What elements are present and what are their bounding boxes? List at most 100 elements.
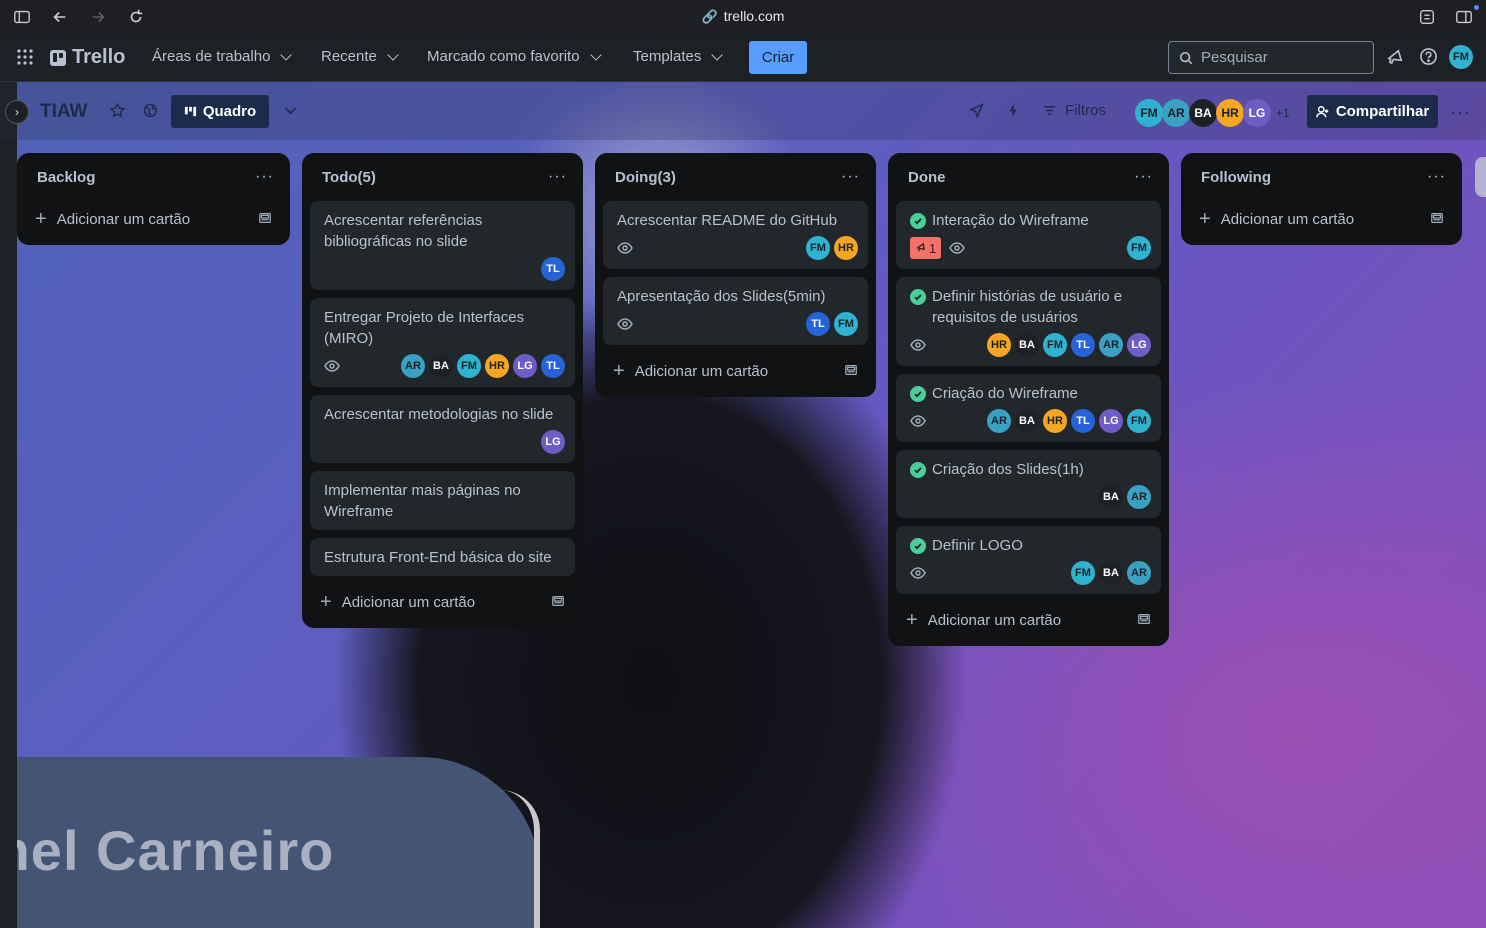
check-circle-icon[interactable] (910, 386, 926, 402)
nav-templates[interactable]: Templates (633, 48, 724, 65)
member-avatar[interactable]: AR (1099, 333, 1123, 357)
list-menu-dots-icon[interactable]: ··· (1427, 168, 1446, 186)
board-menu-dots-icon[interactable]: ··· (1450, 102, 1471, 123)
card-template-icon[interactable] (258, 211, 274, 227)
card[interactable]: Entregar Projeto de Interfaces (MIRO) AR B… (310, 298, 575, 387)
member-avatar[interactable]: HR (485, 354, 509, 378)
card-template-icon[interactable] (844, 363, 860, 379)
add-card-button[interactable]: + Adicionar um cartão (603, 353, 868, 389)
list-title[interactable]: Todo(5) (322, 169, 376, 186)
list-header[interactable]: Following ··· (1189, 153, 1454, 201)
extra-members-count[interactable]: +1 (1276, 106, 1290, 120)
check-circle-icon[interactable] (910, 213, 926, 229)
megaphone-icon[interactable] (1386, 47, 1406, 67)
card[interactable]: Definir LOGO FM BA AR (896, 526, 1161, 594)
member-avatar[interactable]: FM (1071, 561, 1095, 585)
automation-bolt-icon[interactable] (1005, 102, 1023, 120)
member-avatar[interactable]: FM (806, 236, 830, 260)
member-avatar[interactable]: LG (1243, 99, 1271, 127)
view-switch-chevron-icon[interactable] (282, 102, 300, 120)
card-template-icon[interactable] (1137, 612, 1153, 628)
card[interactable]: Criação dos Slides(1h) BA AR (896, 450, 1161, 518)
address-bar[interactable]: 🔗 trello.com (0, 8, 1486, 25)
member-avatar[interactable]: BA (1099, 485, 1123, 509)
member-avatar[interactable]: AR (987, 409, 1011, 433)
list-menu-dots-icon[interactable]: ··· (841, 168, 860, 186)
card-template-icon[interactable] (551, 594, 567, 610)
member-avatar[interactable]: BA (1015, 409, 1039, 433)
list-title[interactable]: Doing(3) (615, 169, 676, 186)
member-avatar[interactable]: BA (1015, 333, 1039, 357)
member-avatar[interactable]: BA (1189, 99, 1217, 127)
share-button[interactable]: Compartilhar (1307, 95, 1438, 128)
member-avatar[interactable]: BA (1099, 561, 1123, 585)
member-avatar[interactable]: HR (1043, 409, 1067, 433)
add-list-peek[interactable] (1475, 157, 1486, 197)
due-badge[interactable]: 1 (910, 237, 942, 259)
member-avatar[interactable]: HR (834, 236, 858, 260)
card-template-icon[interactable] (1430, 211, 1446, 227)
nav-starred[interactable]: Marcado como favorito (427, 48, 602, 65)
add-card-button[interactable]: + Adicionar um cartão (896, 602, 1161, 638)
search-input[interactable]: Pesquisar (1168, 41, 1374, 74)
card[interactable]: Acrescentar referências bibliográficas n… (310, 201, 575, 290)
add-card-button[interactable]: + Adicionar um cartão (1189, 201, 1454, 237)
member-avatar[interactable]: TL (541, 257, 565, 281)
member-avatar[interactable]: TL (806, 312, 830, 336)
list-header[interactable]: Done ··· (896, 153, 1161, 201)
trello-logo[interactable]: Trello (50, 46, 125, 69)
app-switcher-icon[interactable] (16, 48, 34, 66)
card[interactable]: Interação do Wireframe 1 FM (896, 201, 1161, 269)
member-avatar[interactable]: FM (1127, 236, 1151, 260)
list-header[interactable]: Doing(3) ··· (603, 153, 868, 201)
member-avatar[interactable]: FM (1127, 409, 1151, 433)
list-title[interactable]: Done (908, 169, 946, 186)
member-avatar[interactable]: FM (457, 354, 481, 378)
member-avatar[interactable]: HR (1216, 99, 1244, 127)
member-avatar[interactable]: LG (513, 354, 537, 378)
member-avatar[interactable]: FM (1043, 333, 1067, 357)
member-avatar[interactable]: TL (1071, 333, 1095, 357)
member-avatar[interactable]: FM (834, 312, 858, 336)
expand-sidebar-chevron-icon[interactable]: › (5, 100, 29, 124)
nav-workspaces[interactable]: Áreas de trabalho (152, 48, 293, 65)
board-members[interactable]: FM AR BA HR LG (1135, 99, 1271, 127)
list-title[interactable]: Backlog (37, 169, 95, 186)
list-header[interactable]: Todo(5) ··· (310, 153, 575, 201)
nav-recent[interactable]: Recente (321, 48, 399, 65)
split-view-icon[interactable] (1454, 7, 1474, 27)
list-menu-dots-icon[interactable]: ··· (1134, 168, 1153, 186)
check-circle-icon[interactable] (910, 289, 926, 305)
board-view-button[interactable]: Quadro (171, 95, 269, 128)
visibility-globe-icon[interactable] (142, 102, 160, 120)
filters-button[interactable]: Filtros (1042, 102, 1106, 119)
member-avatar[interactable]: TL (541, 354, 565, 378)
card[interactable]: Estrutura Front-End básica do site (310, 538, 575, 576)
card[interactable]: Definir histórias de usuário e requisito… (896, 277, 1161, 366)
create-button[interactable]: Criar (749, 41, 807, 74)
member-avatar[interactable]: AR (401, 354, 425, 378)
member-avatar[interactable]: HR (987, 333, 1011, 357)
card[interactable]: Apresentação dos Slides(5min) TL FM (603, 277, 868, 345)
card[interactable]: Implementar mais páginas no Wireframe (310, 471, 575, 530)
board-title[interactable]: TIAW (40, 101, 88, 123)
member-avatar[interactable]: AR (1162, 99, 1190, 127)
member-avatar[interactable]: LG (1127, 333, 1151, 357)
member-avatar[interactable]: AR (1127, 485, 1151, 509)
member-avatar[interactable]: LG (1099, 409, 1123, 433)
extension-icon[interactable] (1417, 7, 1437, 27)
add-card-button[interactable]: + Adicionar um cartão (25, 201, 282, 237)
card[interactable]: Acrescentar metodologias no slide LG (310, 395, 575, 463)
card[interactable]: Criação do Wireframe AR BA HR TL LG FM (896, 374, 1161, 442)
list-menu-dots-icon[interactable]: ··· (548, 168, 567, 186)
list-header[interactable]: Backlog ··· (25, 153, 282, 201)
list-menu-dots-icon[interactable]: ··· (255, 168, 274, 186)
power-ups-icon[interactable] (968, 102, 986, 120)
help-icon[interactable] (1419, 47, 1439, 67)
member-avatar[interactable]: AR (1127, 561, 1151, 585)
check-circle-icon[interactable] (910, 462, 926, 478)
member-avatar[interactable]: TL (1071, 409, 1095, 433)
member-avatar[interactable]: FM (1135, 99, 1163, 127)
card[interactable]: Acrescentar README do GitHub FM HR (603, 201, 868, 269)
member-avatar[interactable]: LG (541, 430, 565, 454)
